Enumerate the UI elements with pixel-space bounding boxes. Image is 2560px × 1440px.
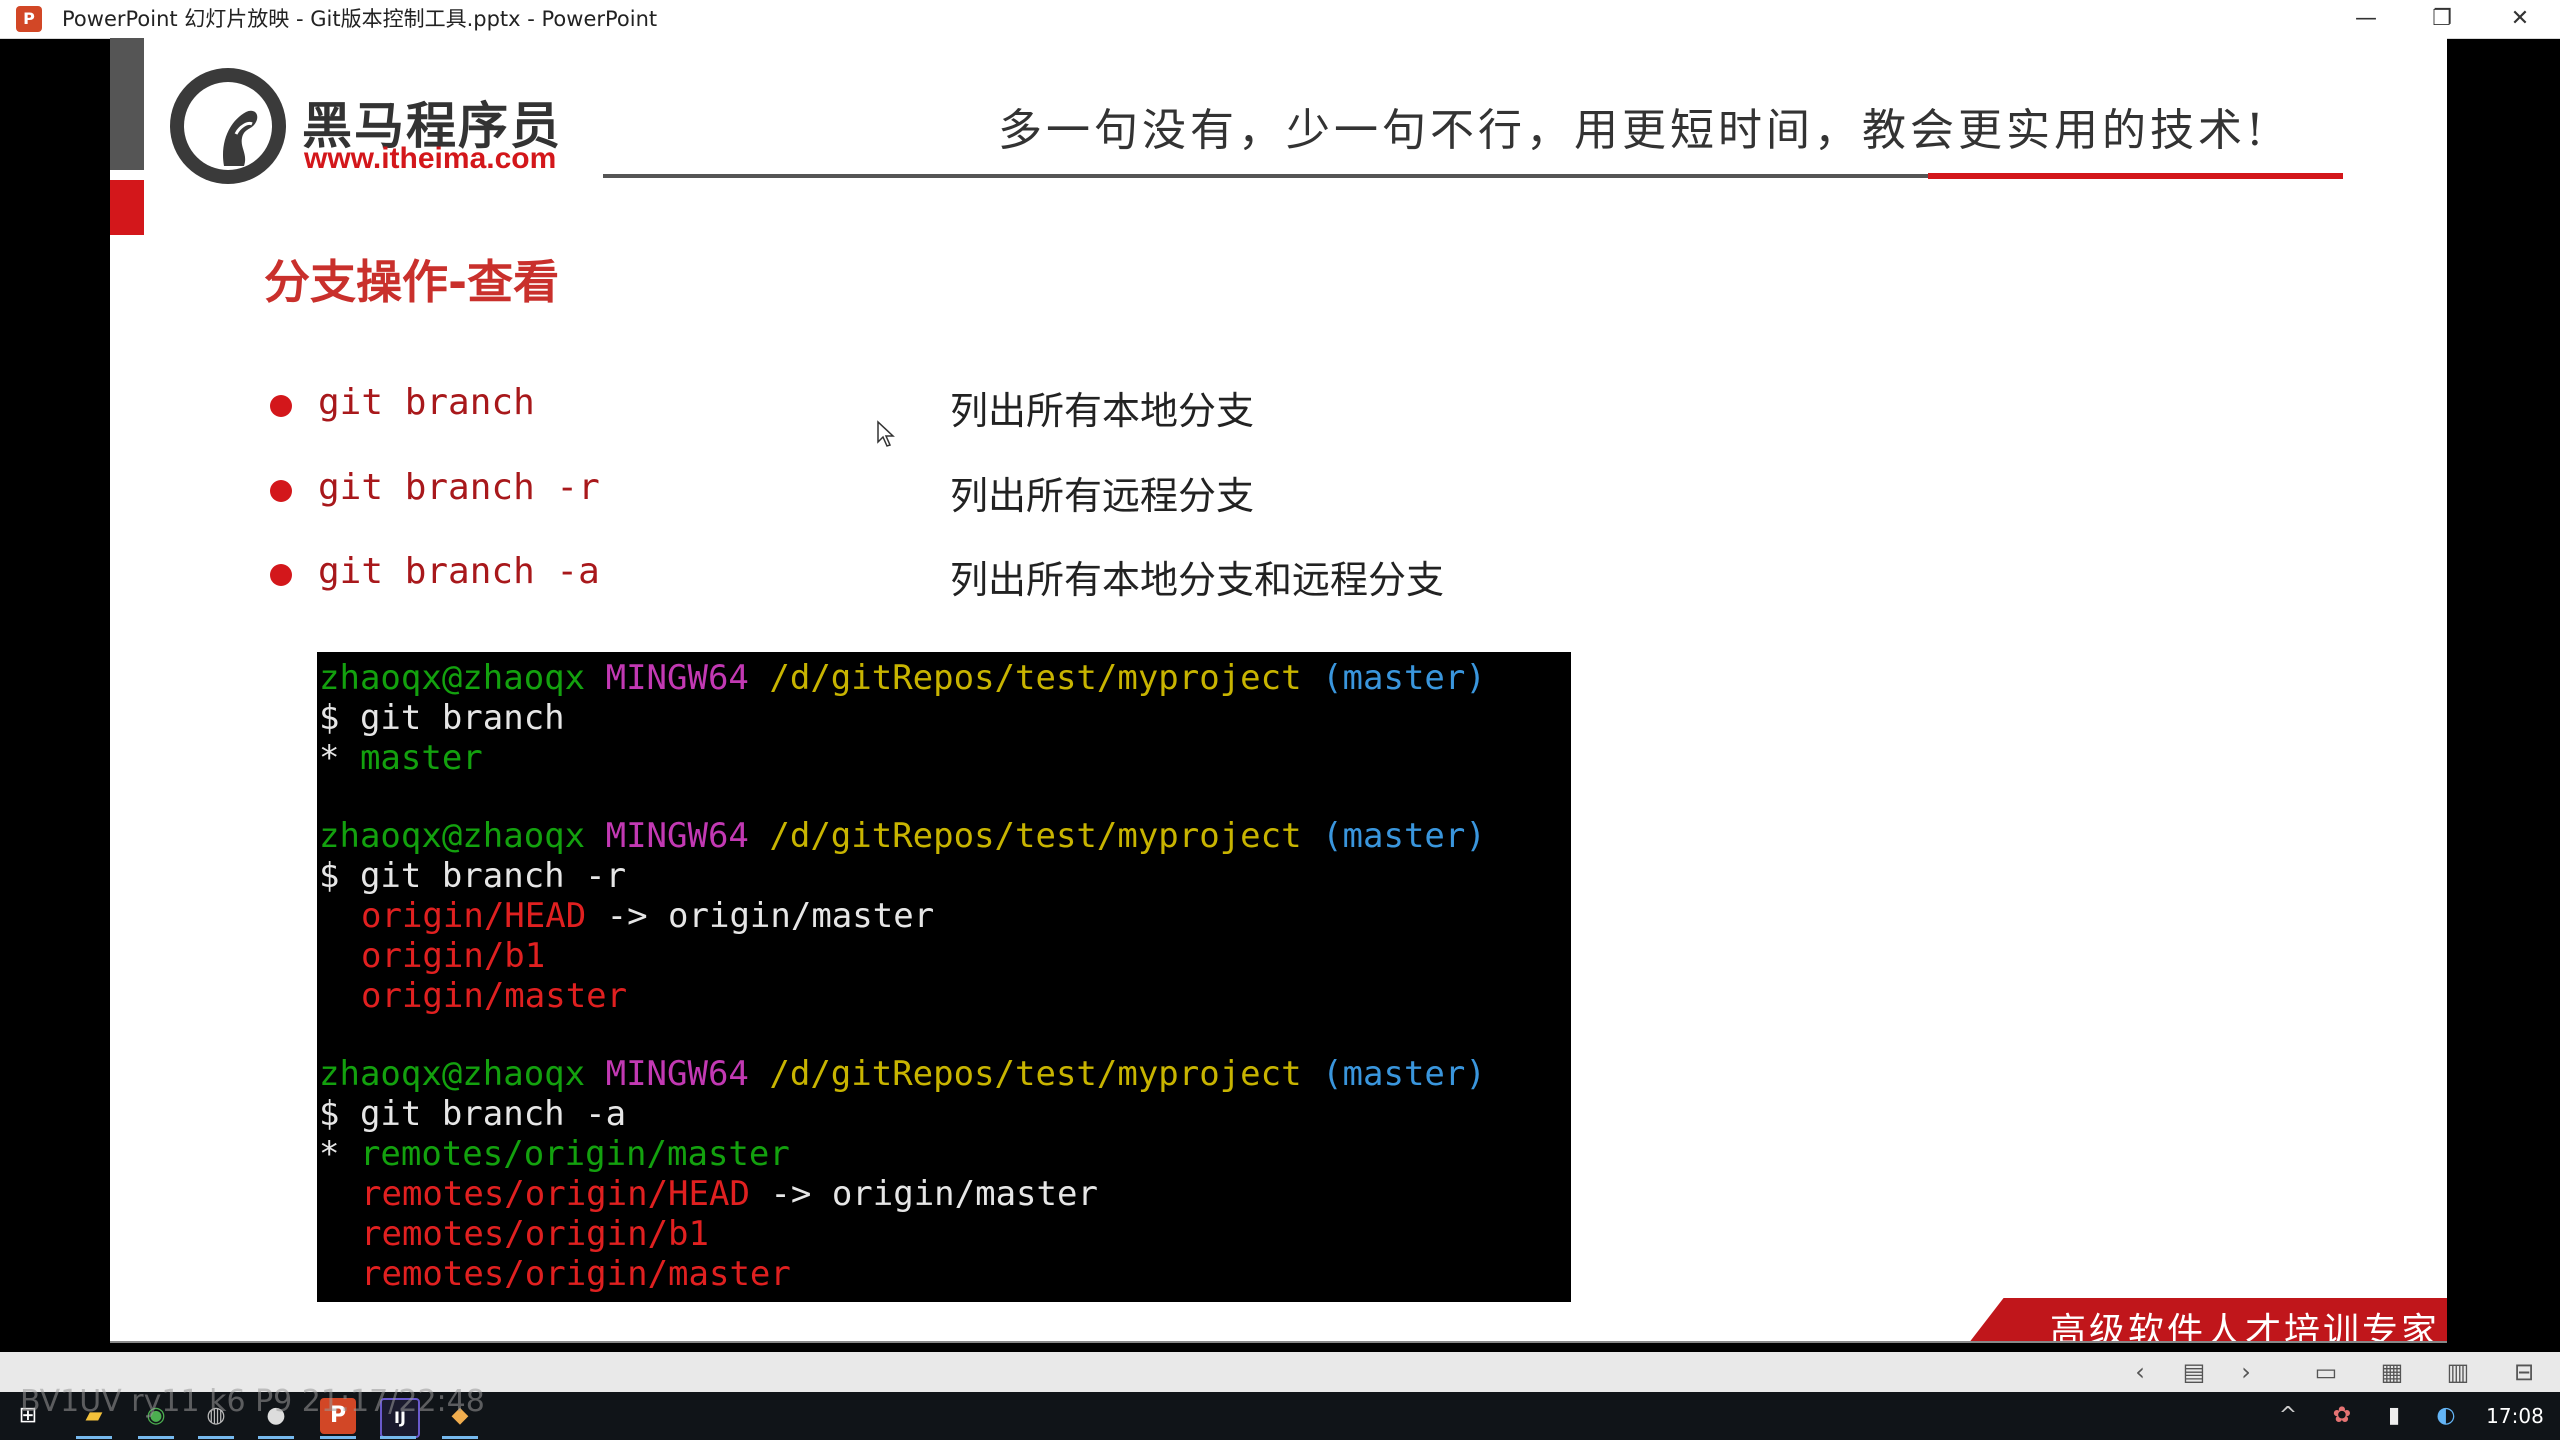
bullet-command: git branch -r [318, 467, 600, 508]
slide-canvas: 黑马程序员 www.itheima.com 多一句没有，少一句不行，用更短时间，… [110, 38, 2447, 1343]
window-titlebar: P PowerPoint 幻灯片放映 - Git版本控制工具.pptx - Po… [0, 0, 2560, 39]
bullet-dot-icon [270, 564, 292, 586]
terminal-output: remotes/origin/master [361, 1254, 791, 1294]
terminal-command: $ git branch -r [319, 856, 627, 896]
powerpoint-app-icon: P [16, 6, 42, 32]
bullet-command: git branch [318, 382, 535, 423]
video-watermark: BV1UV ry11 k6 P9 21:17/22:48 [20, 1384, 485, 1419]
terminal-output: * master [319, 738, 483, 778]
bullet-item: git branch -a 列出所有本地分支和远程分支 [270, 549, 1770, 609]
slideshow-view-icon[interactable]: ⊟ [2504, 1352, 2544, 1392]
tray-app-icon[interactable]: ✿ [2324, 1398, 2360, 1434]
taskbar-clock[interactable]: 17:08 [2480, 1392, 2550, 1440]
footer-bar [110, 1341, 2447, 1343]
bullet-description: 列出所有本地分支 [950, 389, 1255, 433]
horse-logo-icon [222, 110, 258, 166]
header-divider [603, 174, 2033, 178]
close-button[interactable]: ✕ [2488, 0, 2552, 38]
slide-title: 分支操作-查看 [264, 255, 560, 309]
terminal-command: $ git branch -a [319, 1094, 627, 1134]
terminal-prompt: zhaoqx@zhaoqx MINGW64 /d/gitRepos/test/m… [319, 1054, 1486, 1094]
terminal-output: origin/master [361, 976, 628, 1016]
header-divider-accent [1928, 173, 2343, 179]
terminal-prompt: zhaoqx@zhaoqx MINGW64 /d/gitRepos/test/m… [319, 658, 1486, 698]
mouse-cursor-icon [877, 420, 895, 447]
bullet-command: git branch -a [318, 551, 600, 592]
footer-tag: 高级软件人才培训专家 [1965, 1298, 2447, 1343]
side-accent-red [110, 180, 144, 235]
next-slide-button[interactable]: › [2226, 1352, 2266, 1392]
terminal-screenshot: zhaoqx@zhaoqx MINGW64 /d/gitRepos/test/m… [317, 652, 1571, 1302]
restore-button[interactable]: ❐ [2410, 0, 2474, 38]
bullet-description: 列出所有远程分支 [950, 474, 1255, 518]
reading-view-icon[interactable]: ▥ [2438, 1352, 2478, 1392]
logo-url: www.itheima.com [304, 142, 557, 175]
terminal-output: origin/b1 [361, 936, 546, 976]
tray-input-method-icon[interactable]: ◐ [2428, 1398, 2464, 1434]
notes-icon[interactable]: ▤ [2174, 1352, 2214, 1392]
bullet-dot-icon [270, 480, 292, 502]
slide-slogan: 多一句没有，少一句不行，用更短时间，教会更实用的技术! [998, 105, 2268, 156]
bullet-item: git branch 列出所有本地分支 [270, 380, 1770, 440]
terminal-prompt: zhaoqx@zhaoqx MINGW64 /d/gitRepos/test/m… [319, 816, 1486, 856]
tray-chevron-up-icon[interactable]: ^ [2270, 1398, 2306, 1434]
bullet-description: 列出所有本地分支和远程分支 [950, 558, 1445, 602]
previous-slide-button[interactable]: ‹ [2120, 1352, 2160, 1392]
bullet-item: git branch -r 列出所有远程分支 [270, 465, 1770, 525]
tray-bookmark-icon[interactable]: ▮ [2376, 1398, 2412, 1434]
terminal-output: remotes/origin/HEAD -> origin/master [361, 1174, 1098, 1214]
bullet-dot-icon [270, 395, 292, 417]
terminal-command: $ git branch [319, 698, 565, 738]
terminal-output: * remotes/origin/master [319, 1134, 790, 1174]
logo-emblem [170, 68, 286, 184]
window-title: PowerPoint 幻灯片放映 - Git版本控制工具.pptx - Powe… [62, 7, 658, 31]
terminal-output: origin/HEAD -> origin/master [361, 896, 935, 936]
normal-view-icon[interactable]: ▭ [2306, 1352, 2346, 1392]
terminal-output: remotes/origin/b1 [361, 1214, 709, 1254]
slide-sorter-icon[interactable]: ▦ [2372, 1352, 2412, 1392]
minimize-button[interactable]: — [2334, 0, 2398, 38]
side-accent-gray [110, 38, 144, 170]
